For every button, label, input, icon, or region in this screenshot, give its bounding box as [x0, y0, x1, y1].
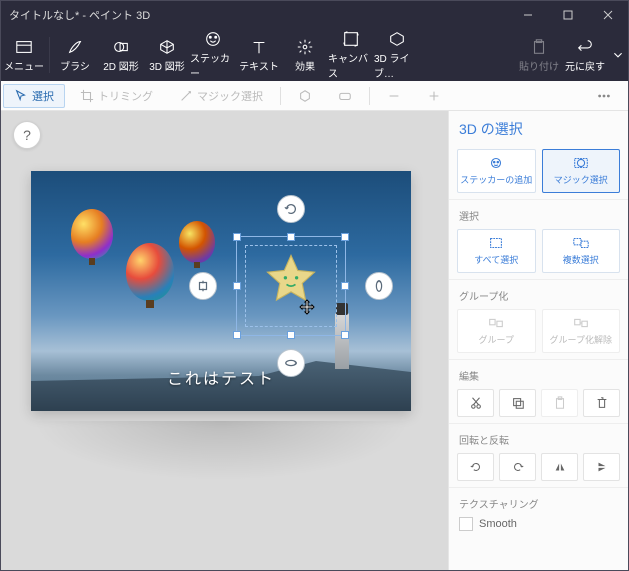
depth-control[interactable] — [189, 272, 217, 300]
canvas[interactable]: これはテスト — [31, 171, 411, 411]
add-sticker-button[interactable]: ステッカーの追加 — [457, 149, 536, 193]
undo-button[interactable]: 元に戻す — [562, 29, 608, 81]
select-all-button[interactable]: すべて選択 — [457, 229, 536, 273]
window-title: タイトルなし* - ペイント 3D — [9, 7, 150, 23]
title-bar: タイトルなし* - ペイント 3D — [1, 1, 628, 29]
flip-horizontal-button[interactable] — [541, 453, 578, 481]
group-button: グループ — [457, 309, 536, 353]
selection-box[interactable] — [236, 236, 346, 336]
side-panel: 3D の選択 ステッカーの追加 マジック選択 選択 すべて選択 複数選択 グルー… — [448, 111, 628, 570]
canvas-shadow — [31, 421, 411, 481]
move-cursor-icon — [299, 299, 315, 315]
menu-button[interactable]: メニュー — [1, 29, 47, 81]
multi-select-button[interactable]: 複数選択 — [542, 229, 621, 273]
3d-view-tool[interactable] — [287, 84, 323, 108]
2d-shapes-tab[interactable]: 2D 図形 — [98, 29, 144, 81]
paste-button: 貼り付け — [516, 29, 562, 81]
ungroup-button: グループ化解除 — [542, 309, 621, 353]
3d-shapes-tab[interactable]: 3D 図形 — [144, 29, 190, 81]
3d-library-tab[interactable]: 3D ライブ… — [374, 29, 420, 81]
rotate-y-control[interactable] — [365, 272, 393, 300]
ribbon: メニュー ブラシ 2D 図形 3D 図形 ステッカー テキスト 効果 キャンバス… — [1, 29, 628, 81]
brush-tab[interactable]: ブラシ — [52, 29, 98, 81]
content-area: ? これはテスト — [1, 111, 628, 570]
section-rotate-label: 回転と反転 — [449, 423, 628, 449]
panel-title: 3D の選択 — [449, 111, 628, 145]
flip-vertical-button[interactable] — [583, 453, 620, 481]
mixed-reality-tool[interactable] — [327, 84, 363, 108]
smooth-checkbox[interactable]: Smooth — [449, 513, 628, 535]
canvas-tab[interactable]: キャンバス — [328, 29, 374, 81]
resize-handle[interactable] — [341, 331, 349, 339]
resize-handle[interactable] — [287, 331, 295, 339]
section-texture-label: テクスチャリング — [449, 487, 628, 513]
magic-select-button[interactable]: マジック選択 — [542, 149, 621, 193]
resize-handle[interactable] — [233, 233, 241, 241]
rotate-cw-button[interactable] — [499, 453, 536, 481]
rotate-ccw-button[interactable] — [457, 453, 494, 481]
resize-handle[interactable] — [233, 331, 241, 339]
copy-button[interactable] — [499, 389, 536, 417]
help-button[interactable]: ? — [13, 121, 41, 149]
crop-tool[interactable]: トリミング — [69, 84, 164, 108]
minimize-button[interactable] — [508, 1, 548, 29]
paste-button — [541, 389, 578, 417]
section-select-label: 選択 — [449, 199, 628, 225]
delete-button[interactable] — [583, 389, 620, 417]
scene-balloon — [71, 209, 113, 259]
close-button[interactable] — [588, 1, 628, 29]
stickers-tab[interactable]: ステッカー — [190, 29, 236, 81]
ribbon-more-button[interactable] — [608, 29, 628, 81]
zoom-out-tool[interactable] — [376, 84, 412, 108]
text-tab[interactable]: テキスト — [236, 29, 282, 81]
cut-button[interactable] — [457, 389, 494, 417]
canvas-viewport[interactable]: ? これはテスト — [1, 111, 448, 570]
resize-handle[interactable] — [341, 233, 349, 241]
canvas-text[interactable]: これはテスト — [167, 365, 275, 389]
effects-tab[interactable]: 効果 — [282, 29, 328, 81]
section-group-label: グループ化 — [449, 279, 628, 305]
select-tool[interactable]: 選択 — [3, 84, 65, 108]
resize-handle[interactable] — [233, 282, 241, 290]
rotate-x-control[interactable] — [277, 349, 305, 377]
maximize-button[interactable] — [548, 1, 588, 29]
zoom-in-tool[interactable] — [416, 84, 452, 108]
resize-handle[interactable] — [341, 282, 349, 290]
toolbar-more[interactable] — [586, 84, 622, 108]
scene-balloon — [179, 221, 215, 263]
scene-balloon — [126, 243, 174, 301]
secondary-toolbar: 選択 トリミング マジック選択 — [1, 81, 628, 111]
resize-handle[interactable] — [287, 233, 295, 241]
magic-select-tool[interactable]: マジック選択 — [168, 84, 274, 108]
section-edit-label: 編集 — [449, 359, 628, 385]
rotate-z-control[interactable] — [277, 195, 305, 223]
checkbox-icon — [459, 517, 473, 531]
